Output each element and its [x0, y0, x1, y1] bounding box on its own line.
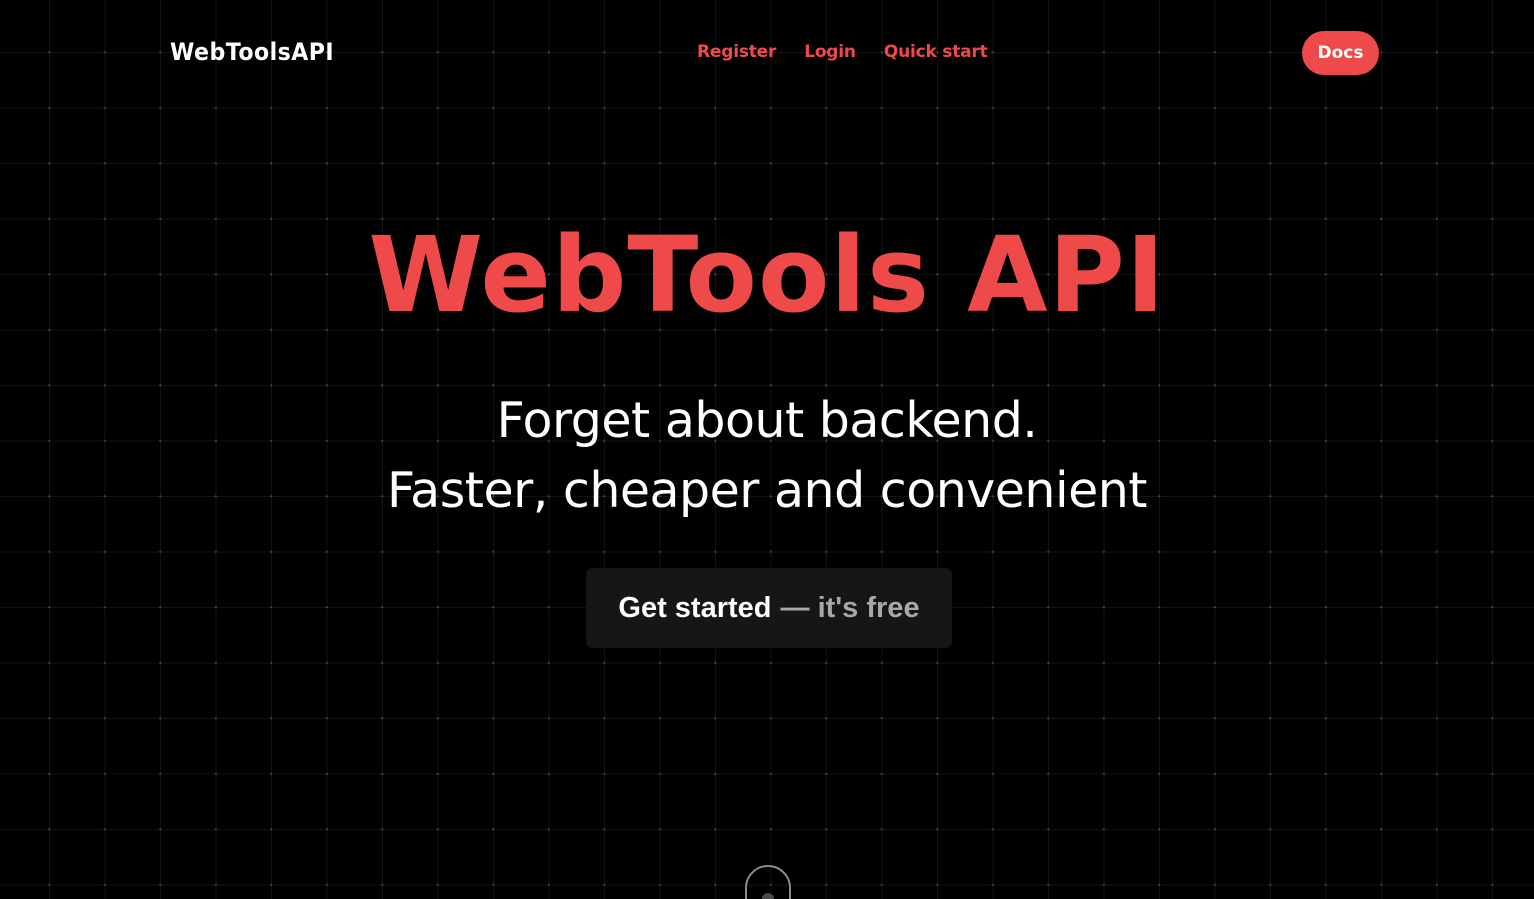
nav-register-link[interactable]: Register [697, 42, 776, 62]
get-started-button[interactable]: Get started — it's free [586, 568, 952, 648]
get-started-label: Get started [618, 591, 772, 624]
tagline-line-1: Forget about backend. [496, 392, 1038, 449]
docs-button[interactable]: Docs [1302, 31, 1379, 75]
mouse-scroll-icon[interactable] [745, 865, 791, 899]
hero-title: WebTools API [368, 214, 1166, 336]
nav-login-link[interactable]: Login [804, 42, 856, 62]
main-nav: Register Login Quick start [697, 42, 988, 62]
tagline-line-2: Faster, cheaper and convenient [386, 462, 1148, 519]
logo[interactable]: WebToolsAPI [170, 38, 334, 66]
scroll-dot [762, 893, 774, 899]
background-grid [0, 0, 1534, 899]
free-label: — it's free [780, 591, 920, 624]
nav-quick-start-link[interactable]: Quick start [884, 42, 988, 62]
